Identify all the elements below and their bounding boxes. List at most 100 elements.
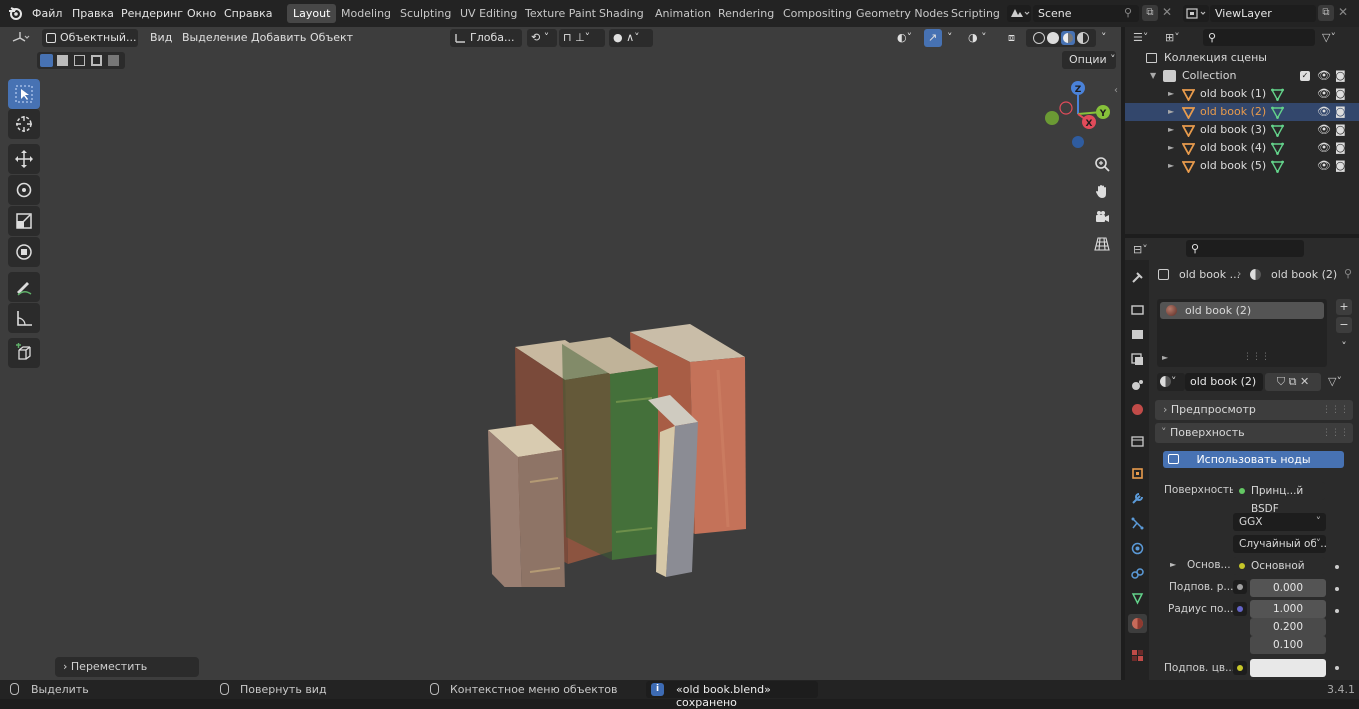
pivot-point-dropdown[interactable]: ⟲ ˅: [527, 29, 557, 47]
material-slot-item[interactable]: old book (2): [1160, 302, 1324, 319]
preview-panel-header[interactable]: › Предпросмотр ⋮⋮⋮: [1155, 400, 1353, 420]
workspace-tab-geometry-nodes[interactable]: Geometry Nodes: [850, 4, 955, 23]
eye-icon[interactable]: 👁: [1317, 85, 1331, 103]
material-tab-icon[interactable]: [1128, 614, 1147, 633]
camera-render-icon[interactable]: ◙: [1335, 157, 1346, 175]
overlays-toggle[interactable]: ◑ ˅: [964, 29, 998, 47]
base-color-input-field[interactable]: Основной цвет: [1233, 557, 1325, 590]
delete-scene-icon[interactable]: ✕: [1162, 5, 1172, 19]
save-report-banner[interactable]: i «old book.blend» сохранено: [646, 681, 818, 709]
shield-icon[interactable]: ⛉: [1277, 375, 1285, 388]
eye-icon[interactable]: 👁: [1317, 121, 1331, 139]
snapping-group[interactable]: ⊓ ⊥˅: [559, 29, 605, 47]
collection-tab-icon[interactable]: [1128, 432, 1147, 451]
old-book-4-mesh[interactable]: [488, 424, 565, 587]
visibility-dropdown[interactable]: ◐˅: [893, 29, 921, 47]
slot-specials-dropdown[interactable]: ˅: [1336, 339, 1352, 355]
material-browse-dropdown[interactable]: ˅: [1157, 373, 1185, 391]
workspace-tab-sculpting[interactable]: Sculpting: [394, 4, 457, 23]
outliner-display-mode[interactable]: ⊞˅: [1165, 29, 1191, 47]
add-slot-button[interactable]: +: [1336, 299, 1352, 315]
tool-annotate[interactable]: [8, 272, 40, 302]
menu-object[interactable]: Объект: [306, 29, 357, 47]
camera-render-icon[interactable]: ◙: [1335, 85, 1346, 103]
subsurface-radius-x-field[interactable]: 1.000: [1250, 600, 1326, 618]
subsurface-method-dropdown[interactable]: Случайный об... ˅: [1233, 535, 1326, 553]
tool-scale[interactable]: [8, 206, 40, 236]
workspace-tab-scripting[interactable]: Scripting: [945, 4, 1006, 23]
select-subtract-icon[interactable]: [74, 55, 85, 66]
tool-select-box[interactable]: [8, 79, 40, 109]
constraints-tab-icon[interactable]: [1128, 564, 1147, 583]
mesh-data-icon[interactable]: [1271, 124, 1284, 137]
pin-icon[interactable]: ⚲: [1344, 267, 1352, 280]
workspace-tab-rendering[interactable]: Rendering: [712, 4, 780, 23]
rendered-shading-icon[interactable]: [1077, 32, 1089, 44]
select-intersect-icon[interactable]: [108, 55, 119, 66]
gizmo-neg-z[interactable]: [1072, 136, 1084, 148]
tool-cursor[interactable]: [8, 109, 40, 139]
new-scene-icon[interactable]: ⧉: [1142, 5, 1158, 21]
select-extend-icon[interactable]: [57, 55, 68, 66]
shading-dropdown[interactable]: ˅: [1097, 29, 1113, 47]
use-nodes-button[interactable]: Использовать ноды: [1163, 451, 1344, 468]
drag-handle-icon[interactable]: ⋮⋮⋮: [1322, 423, 1349, 443]
outliner-collection[interactable]: ▼ Collection ✓ 👁 ◙: [1125, 67, 1359, 85]
world-tab-icon[interactable]: [1128, 400, 1147, 419]
close-icon[interactable]: ✕: [1300, 375, 1309, 388]
modifier-tab-icon[interactable]: [1128, 489, 1147, 508]
value-socket-icon[interactable]: [1233, 580, 1247, 594]
render-tab-icon[interactable]: [1128, 300, 1147, 319]
books-model[interactable]: [470, 322, 760, 587]
options-dropdown[interactable]: Опции ˅: [1062, 51, 1116, 69]
sidebar-toggle-icon[interactable]: ‹: [1114, 85, 1118, 96]
menu-window[interactable]: Окно: [187, 7, 216, 20]
select-new-icon[interactable]: [40, 54, 53, 67]
tool-rotate[interactable]: [8, 175, 40, 205]
workspace-tab-shading[interactable]: Shading: [593, 4, 650, 23]
material-name-field[interactable]: old book (2): [1185, 373, 1263, 391]
menu-select[interactable]: Выделение: [178, 29, 252, 47]
pin-icon[interactable]: ⚲: [1124, 6, 1132, 19]
mesh-data-icon[interactable]: [1271, 160, 1284, 173]
last-operator-panel[interactable]: › Переместить: [55, 657, 199, 677]
mesh-data-icon[interactable]: [1271, 88, 1284, 101]
object-tab-icon[interactable]: [1128, 464, 1147, 483]
outliner-row-old-book-3[interactable]: ► old book (3) 👁 ◙: [1125, 121, 1359, 139]
outliner-scene-collection[interactable]: Коллекция сцены: [1125, 49, 1359, 67]
particles-tab-icon[interactable]: [1128, 514, 1147, 533]
mesh-data-icon[interactable]: [1271, 142, 1284, 155]
tool-move[interactable]: [8, 144, 40, 174]
menu-add[interactable]: Добавить: [247, 29, 310, 47]
scene-selector[interactable]: [1007, 5, 1031, 22]
3d-viewport[interactable]: Объектный... Вид Выделение Добавить Объе…: [0, 27, 1121, 682]
gizmo-neg-y[interactable]: [1045, 111, 1059, 125]
old-book-2-mesh[interactable]: [562, 337, 658, 560]
camera-render-icon[interactable]: ◙: [1335, 103, 1346, 121]
expand-arrow-icon[interactable]: ►: [1168, 157, 1174, 175]
workspace-tab-texture-paint[interactable]: Texture Paint: [519, 4, 602, 23]
drag-handle-icon[interactable]: ⋮⋮⋮: [1322, 400, 1349, 420]
tool-measure[interactable]: [8, 303, 40, 333]
exclude-checkbox[interactable]: ✓: [1300, 71, 1310, 81]
subsurface-color-swatch[interactable]: [1250, 659, 1326, 677]
delete-view-layer-icon[interactable]: ✕: [1338, 5, 1348, 19]
properties-search-input[interactable]: ⚲: [1186, 240, 1304, 257]
camera-view-icon[interactable]: [1090, 205, 1114, 229]
gizmo-toggle[interactable]: ↗: [924, 29, 942, 47]
scene-tab-icon[interactable]: [1128, 375, 1147, 394]
outliner-row-old-book-1[interactable]: ► old book (1) 👁 ◙: [1125, 85, 1359, 103]
keyframe-dot-icon[interactable]: [1335, 666, 1339, 670]
zoom-icon[interactable]: [1090, 152, 1114, 176]
camera-render-icon[interactable]: ◙: [1335, 67, 1346, 85]
surface-panel-header[interactable]: ˅ Поверхность ⋮⋮⋮: [1155, 423, 1353, 443]
eye-icon[interactable]: 👁: [1317, 103, 1331, 121]
proportional-editing-group[interactable]: ● ∧˅: [609, 29, 653, 47]
physics-tab-icon[interactable]: [1128, 539, 1147, 558]
data-tab-icon[interactable]: [1128, 589, 1147, 608]
eye-icon[interactable]: 👁: [1317, 67, 1331, 85]
mesh-data-icon[interactable]: [1271, 106, 1284, 119]
menu-view[interactable]: Вид: [146, 29, 176, 47]
expand-arrow-icon[interactable]: ►: [1168, 103, 1174, 121]
workspace-tab-modeling[interactable]: Modeling: [335, 4, 397, 23]
